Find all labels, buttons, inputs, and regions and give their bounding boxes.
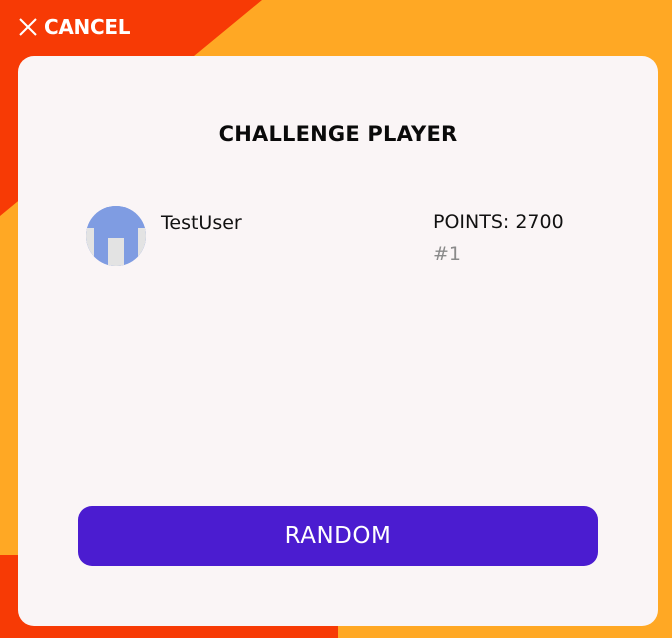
random-button[interactable]: RANDOM [78, 506, 598, 566]
pixel-avatar-icon [86, 206, 146, 266]
close-icon [19, 18, 37, 36]
player-rank: #1 [433, 243, 462, 265]
player-list-item[interactable]: TestUser POINTS: 2700 #1 [86, 206, 586, 268]
player-username: TestUser [161, 212, 242, 234]
challenge-dialog: CHALLENGE PLAYER TestUser POINTS: 2700 #… [18, 56, 658, 626]
cancel-label: CANCEL [44, 15, 131, 39]
cancel-button[interactable]: CANCEL [18, 14, 130, 40]
dialog-title: CHALLENGE PLAYER [218, 122, 458, 146]
player-points: POINTS: 2700 [433, 211, 564, 233]
